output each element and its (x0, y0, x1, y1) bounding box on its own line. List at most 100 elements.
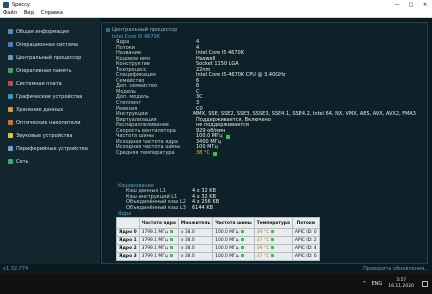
property-value-wrap: 38 °C (196, 150, 217, 157)
sidebar-item[interactable]: Графические устройства (0, 90, 100, 103)
table-cell: 3799.1 МГц (138, 228, 179, 237)
language-indicator[interactable]: ENG (371, 281, 382, 287)
table-cell: Ядро 3 (116, 252, 140, 261)
sidebar-item-icon (8, 107, 13, 112)
cell-text: x 38.0 (180, 238, 195, 243)
sidebar-item-label: Операционная система (16, 41, 79, 48)
cache-row: Объединённый кэш L3 6144 KB (126, 204, 219, 212)
cache-properties: Кэш данных L1 4 x 32 KB Кэш инструкций L1 4… (126, 188, 219, 212)
cell-text: APIC ID: 2 (294, 238, 317, 243)
minimize-button[interactable]: — (390, 2, 404, 8)
cpu-details-panel: Центральный процессор Intel Core i5 4670… (101, 22, 428, 264)
sidebar-item-label: Системная плата (16, 80, 62, 87)
table-cell: 37 °C (253, 236, 293, 245)
cell-text: 3799.1 МГц (141, 254, 168, 259)
menu-view[interactable]: Вид (24, 10, 34, 16)
cores-table: Частота ядра Множитель Частота шины Темпера… (116, 217, 320, 261)
graph-icon[interactable] (270, 230, 274, 233)
column-header (116, 217, 140, 229)
graph-icon[interactable] (240, 254, 244, 257)
cpu-section-header[interactable]: Центральный процессор (106, 27, 177, 33)
sidebar-item-icon (8, 68, 13, 73)
table-cell: 3799.1 МГц (138, 236, 179, 245)
property-row: Средняя температура 38 °C (116, 149, 416, 157)
table-cell: 100.0 МГц (212, 236, 255, 245)
sidebar-item[interactable]: Системная плата (0, 77, 100, 90)
cell-text: APIC ID: 0 (294, 230, 317, 235)
table-cell: 100.0 МГц (212, 228, 255, 237)
table-row: Ядро 3 3799.1 МГц x 38.0 100.0 МГц 37 °C APIC… (116, 252, 320, 261)
maximize-button[interactable]: □ (404, 2, 418, 8)
sidebar-item-label: Звуковые устройства (16, 132, 73, 139)
property-name: Средняя температура (116, 149, 175, 156)
cell-text: 3799.1 МГц (141, 238, 168, 243)
sidebar-item-icon (8, 81, 13, 86)
menu-help[interactable]: Справка (41, 10, 63, 16)
cell-text: Ядро 2 (119, 246, 137, 251)
table-cell: 39 °C (253, 244, 293, 253)
column-header: Частота ядра (138, 217, 179, 229)
title-bar: Speccy — □ ✕ (0, 0, 432, 9)
sidebar-item[interactable]: Оптические накопители (0, 116, 100, 129)
table-row: Ядро 2 3799.1 МГц x 38.0 100.0 МГц 39 °C APIC… (116, 244, 320, 253)
sidebar-item[interactable]: Центральный процессор (0, 51, 100, 64)
clock[interactable]: 3:57 16.11.2020 (388, 278, 414, 290)
cell-text: 37 °C (256, 254, 269, 259)
sidebar-item[interactable]: Периферийные устройства (0, 142, 100, 155)
cell-text: Ядро 0 (119, 230, 137, 235)
graph-icon[interactable] (169, 238, 173, 241)
tray-expand-icon[interactable]: ^ (362, 281, 366, 287)
column-header: Температура (253, 217, 293, 229)
table-cell: x 38.0 (177, 228, 214, 237)
column-header: Потоки (291, 217, 320, 229)
version-label: v1.32.774 (3, 265, 29, 272)
notification-icon[interactable] (422, 281, 428, 287)
status-bar: v1.32.774 Проверить обновления... (0, 264, 432, 273)
sidebar-item[interactable]: Общая информация (0, 25, 100, 38)
sidebar-item-label: Сеть (16, 158, 29, 165)
graph-icon[interactable] (169, 246, 173, 249)
table-cell: APIC ID: 6 (291, 252, 320, 261)
close-button[interactable]: ✕ (418, 2, 432, 8)
cell-text: 100.0 МГц (215, 246, 239, 251)
cache-name: Объединённый кэш L3 (126, 204, 186, 211)
cell-text: 100.0 МГц (215, 238, 239, 243)
windows-taskbar: ^ ENG 3:57 16.11.2020 (0, 274, 432, 294)
table-cell: x 38.0 (177, 244, 214, 253)
cell-text: APIC ID: 4 (294, 246, 317, 251)
graph-icon[interactable] (225, 135, 230, 140)
sidebar-item-icon (8, 146, 13, 151)
sidebar-item[interactable]: Звуковые устройства (0, 129, 100, 142)
cell-text: 3799.1 МГц (141, 230, 168, 235)
graph-icon[interactable] (240, 238, 244, 241)
cpu-section-icon (106, 27, 110, 32)
table-cell: x 38.0 (177, 252, 214, 261)
sidebar-item[interactable]: Сеть (0, 155, 100, 168)
cell-text: x 38.0 (180, 254, 195, 259)
cell-text: 3799.1 МГц (141, 246, 168, 251)
sidebar-item-icon (8, 55, 13, 60)
graph-icon[interactable] (169, 254, 173, 257)
graph-icon[interactable] (169, 230, 173, 233)
table-cell: APIC ID: 0 (291, 228, 320, 237)
sidebar-item[interactable]: Хранение данных (0, 103, 100, 116)
graph-icon[interactable] (270, 254, 274, 257)
sidebar-item[interactable]: Оперативная память (0, 64, 100, 77)
table-cell: Ядро 2 (116, 244, 140, 253)
table-cell: APIC ID: 4 (291, 244, 320, 253)
graph-icon[interactable] (212, 151, 217, 156)
check-updates-link[interactable]: Проверить обновления... (363, 266, 429, 272)
graph-icon[interactable] (270, 246, 274, 249)
property-value: Intel Core i5-4670K CPU @ 3.40GHz (196, 72, 286, 79)
menu-file[interactable]: Файл (3, 10, 17, 16)
sidebar-item-icon (8, 42, 13, 47)
graph-icon[interactable] (270, 238, 274, 241)
sidebar-item-icon (8, 120, 13, 125)
system-tray: ^ ENG 3:57 16.11.2020 (362, 278, 428, 290)
cpu-properties: Ядра 4 Потоки 4 Название Intel Core i5 4670K К… (116, 39, 416, 157)
table-cell: 39 °C (253, 228, 293, 237)
graph-icon[interactable] (240, 246, 244, 249)
graph-icon[interactable] (240, 230, 244, 233)
sidebar-item[interactable]: Операционная система (0, 38, 100, 51)
property-value-wrap: Intel Core i5-4670K CPU @ 3.40GHz (196, 73, 286, 79)
